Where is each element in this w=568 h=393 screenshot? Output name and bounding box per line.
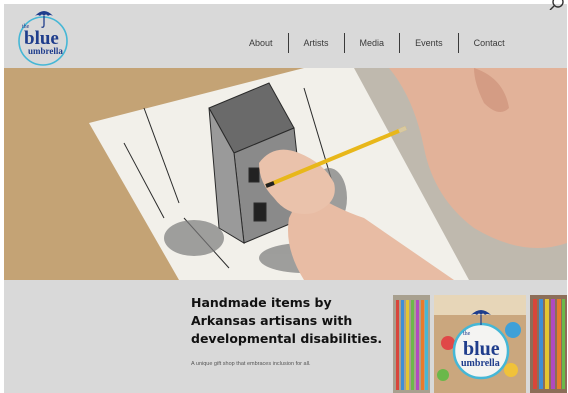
hero-drawing-illustration <box>4 68 567 280</box>
sign-text-umbrella: umbrella <box>461 358 500 369</box>
logo-text-umbrella: umbrella <box>28 46 63 56</box>
nav-events[interactable]: Events <box>400 33 458 53</box>
intro-headline: Handmade items by Arkansas artisans with… <box>191 295 383 346</box>
nav-about[interactable]: About <box>234 33 288 53</box>
intro-tagline: A unique gift shop that embraces inclusi… <box>191 361 311 367</box>
gallery-photo-storefront: the blue umbrella <box>434 295 526 393</box>
main-nav: About Artists Media Events Contact <box>234 30 520 56</box>
nav-artists[interactable]: Artists <box>289 33 344 53</box>
sign-text-blue: blue <box>463 338 500 360</box>
site-header: the blue umbrella About Artists Media Ev… <box>4 4 567 68</box>
storefront-gallery: the blue umbrella <box>393 295 567 393</box>
nav-contact[interactable]: Contact <box>459 33 520 53</box>
gallery-photo-ribbons <box>393 295 430 393</box>
page: the blue umbrella About Artists Media Ev… <box>4 4 567 393</box>
gallery-photo-crafts <box>530 295 567 393</box>
hero-image <box>4 68 567 280</box>
search-icon[interactable] <box>549 0 565 10</box>
nav-media[interactable]: Media <box>345 33 400 53</box>
sign-text-the: the <box>463 331 471 337</box>
blue-umbrella-logo[interactable]: the blue umbrella <box>14 8 76 66</box>
intro-section: Handmade items by Arkansas artisans with… <box>4 280 567 393</box>
umbrella-icon <box>35 11 53 28</box>
